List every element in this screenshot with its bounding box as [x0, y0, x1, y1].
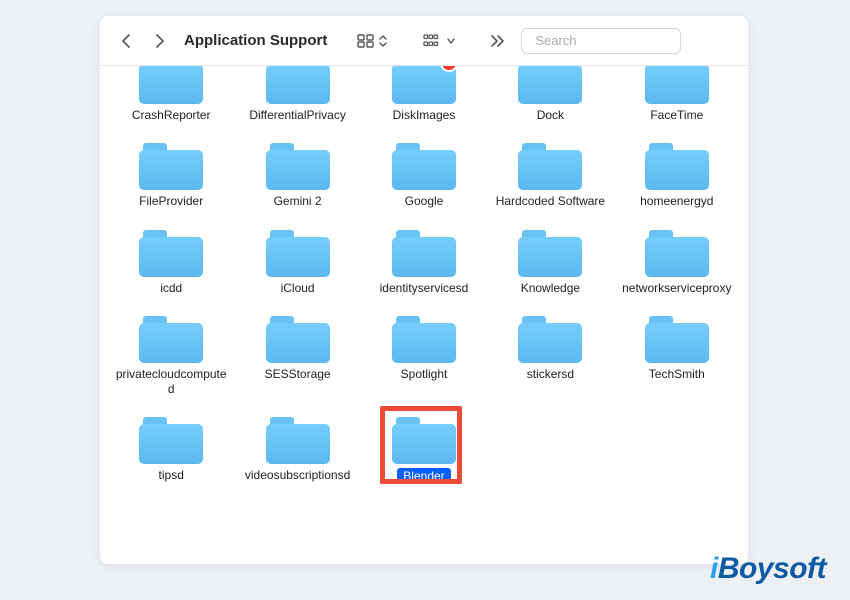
folder-icon — [266, 313, 330, 363]
folder-icon — [392, 66, 456, 104]
folder-label: SESStorage — [265, 367, 331, 381]
up-down-icon — [379, 35, 387, 47]
folder-label: tipsd — [159, 468, 184, 482]
folder-label: networkserviceproxy — [622, 281, 731, 295]
folder-label: FaceTime — [650, 108, 703, 122]
folder-icon — [518, 140, 582, 190]
content-area[interactable]: CrashReporter DifferentialPrivacy DiskImag… — [100, 66, 748, 564]
folder-icon — [645, 66, 709, 104]
folder-label: identityservicesd — [380, 281, 469, 295]
folder-item[interactable]: identityservicesd — [365, 225, 483, 295]
folder-label: DifferentialPrivacy — [249, 108, 345, 122]
forward-button[interactable] — [146, 29, 174, 53]
folder-item[interactable]: Knowledge — [491, 225, 609, 295]
folder-label: Knowledge — [521, 281, 580, 295]
folder-icon — [266, 140, 330, 190]
folder-icon — [266, 227, 330, 277]
folder-item[interactable]: Hardcoded Software — [491, 138, 609, 208]
folder-icon — [392, 414, 456, 464]
search-input[interactable] — [535, 33, 711, 48]
folder-item[interactable]: DiskImages — [365, 66, 483, 122]
toolbar: Application Support — [100, 16, 748, 66]
folder-icon — [392, 313, 456, 363]
folder-icon — [645, 140, 709, 190]
folder-item[interactable]: Dock — [491, 66, 609, 122]
folder-icon — [139, 66, 203, 104]
folder-label: privatecloudcomputed — [115, 367, 227, 396]
folder-label: Gemini 2 — [274, 194, 322, 208]
window-title: Application Support — [184, 32, 327, 49]
folder-label: Dock — [537, 108, 564, 122]
folder-item[interactable]: FaceTime — [618, 66, 736, 122]
folder-item[interactable]: homeenergyd — [618, 138, 736, 208]
chevron-down-icon — [447, 37, 455, 45]
folder-item[interactable]: icdd — [112, 225, 230, 295]
folder-label: stickersd — [527, 367, 574, 381]
folder-item[interactable]: stickersd — [491, 311, 609, 396]
folder-icon — [518, 313, 582, 363]
folder-item[interactable]: Google — [365, 138, 483, 208]
folder-icon — [645, 313, 709, 363]
folder-item[interactable]: CrashReporter — [112, 66, 230, 122]
folder-icon — [518, 66, 582, 104]
folder-label: FileProvider — [139, 194, 203, 208]
folder-item[interactable]: tipsd — [112, 412, 230, 484]
folder-label: Spotlight — [401, 367, 448, 381]
folder-label: CrashReporter — [132, 108, 211, 122]
folder-icon — [392, 227, 456, 277]
more-button[interactable] — [485, 35, 509, 47]
folder-item[interactable]: videosubscriptionsd — [238, 412, 356, 484]
folder-label: iCloud — [281, 281, 315, 295]
folder-item[interactable]: DifferentialPrivacy — [238, 66, 356, 122]
folder-icon — [139, 140, 203, 190]
folder-label: TechSmith — [649, 367, 705, 381]
finder-window: Application Support — [100, 16, 748, 564]
watermark: iBoysoft — [710, 552, 826, 586]
folder-item[interactable]: networkserviceproxy — [618, 225, 736, 295]
view-mode-button[interactable] — [351, 31, 393, 51]
search-field[interactable] — [521, 28, 681, 54]
folder-icon — [518, 227, 582, 277]
folder-icon — [645, 227, 709, 277]
folder-label: DiskImages — [393, 108, 456, 122]
folder-label: videosubscriptionsd — [245, 468, 350, 482]
folder-icon — [392, 140, 456, 190]
folder-icon — [266, 414, 330, 464]
folder-label: Hardcoded Software — [496, 194, 605, 208]
folder-label: icdd — [160, 281, 182, 295]
folder-icon — [139, 227, 203, 277]
back-button[interactable] — [112, 29, 140, 53]
folder-icon — [139, 313, 203, 363]
group-by-button[interactable] — [417, 31, 461, 51]
folder-icon — [266, 66, 330, 104]
folder-item[interactable]: Gemini 2 — [238, 138, 356, 208]
folder-label: Blender — [397, 468, 450, 484]
folder-icon — [139, 414, 203, 464]
folder-item[interactable]: SESStorage — [238, 311, 356, 396]
folder-item[interactable]: iCloud — [238, 225, 356, 295]
folder-item[interactable]: FileProvider — [112, 138, 230, 208]
folder-label: Google — [405, 194, 444, 208]
folder-item[interactable]: privatecloudcomputed — [112, 311, 230, 396]
folder-item[interactable]: Blender — [365, 412, 483, 484]
folder-label: homeenergyd — [640, 194, 713, 208]
folder-item[interactable]: Spotlight — [365, 311, 483, 396]
folder-item[interactable]: TechSmith — [618, 311, 736, 396]
